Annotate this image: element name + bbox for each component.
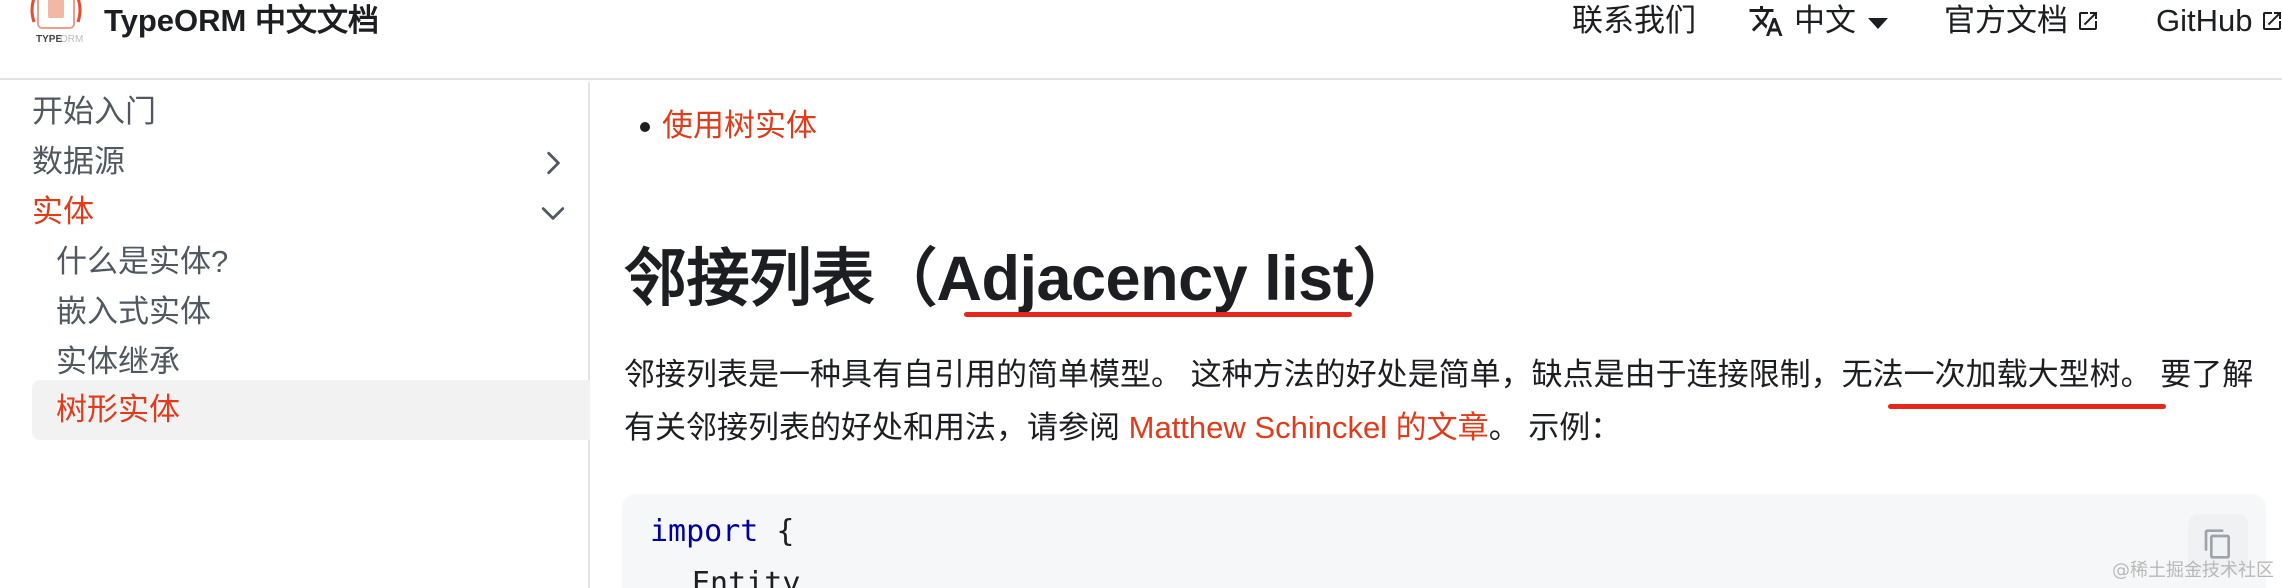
- bullet-dot: [640, 122, 650, 132]
- paragraph-text: 邻接列表是一种具有自引用的简单模型。 这种方法的好处是简单，缺点是由于连接限制，: [624, 357, 1842, 392]
- sidebar-item-tree-entities[interactable]: 树形实体: [32, 380, 590, 440]
- code-line: Entity,: [692, 566, 819, 588]
- typeorm-logo-icon[interactable]: TYPE ORM: [28, 0, 84, 50]
- annotation-underline: [964, 312, 1352, 317]
- code-block: import { Entity,: [622, 494, 2266, 588]
- sidebar-item-embedded-entities-label: 嵌入式实体: [56, 294, 211, 329]
- sidebar: 开始入门数据源实体什么是实体? 嵌入式实体实体继承树形实体: [0, 82, 590, 588]
- chevron-right-icon[interactable]: [540, 150, 566, 176]
- sidebar-item-entity-label: 实体: [32, 194, 94, 229]
- svg-text:ORM: ORM: [60, 34, 83, 45]
- sidebar-item-tree-entities-label: 树形实体: [56, 392, 180, 427]
- list-item: 使用树实体: [640, 102, 817, 150]
- chevron-down-icon[interactable]: [540, 200, 566, 226]
- use-tree-entities-link[interactable]: 使用树实体: [662, 108, 817, 143]
- main-content: 使用树实体 邻接列表（Adjacency list） 邻接列表是一种具有自引用的…: [592, 82, 2282, 588]
- translate-icon: [1749, 6, 1783, 36]
- navbar: TYPE ORM TypeORM 中文文档 联系我们 中文 官方文档 GitHu…: [0, 0, 2282, 80]
- language-dropdown[interactable]: 中文: [1748, 0, 1888, 42]
- caret-down-icon: [1868, 17, 1888, 29]
- language-label: 中文: [1794, 3, 1856, 38]
- nav-github-link[interactable]: GitHub: [2156, 0, 2282, 42]
- paragraph: 邻接列表是一种具有自引用的简单模型。 这种方法的好处是简单，缺点是由于连接限制，…: [624, 348, 2264, 454]
- brand-title[interactable]: TypeORM 中文文档: [104, 0, 379, 42]
- nav-contact-link[interactable]: 联系我们: [1572, 0, 1696, 42]
- sidebar-item-getting-started-label: 开始入门: [32, 94, 156, 129]
- watermark: @稀土掘金技术社区: [2112, 560, 2274, 581]
- code-text: {: [758, 514, 795, 549]
- official-docs-label: 官方文档: [1944, 3, 2068, 38]
- nav-official-docs-link[interactable]: 官方文档: [1944, 0, 2100, 42]
- external-link-icon: [2079, 12, 2097, 30]
- github-label: GitHub: [2156, 3, 2253, 38]
- sidebar-item-datasource-label: 数据源: [32, 144, 125, 179]
- article-link[interactable]: Matthew Schinckel 的文章: [1129, 410, 1489, 445]
- code-keyword: import: [650, 514, 759, 549]
- external-link-icon: [2263, 12, 2282, 30]
- sidebar-item-what-is-entity-label: 什么是实体?: [56, 244, 229, 279]
- code-line: import {: [650, 514, 795, 549]
- sidebar-item-entity-inheritance-label: 实体继承: [56, 344, 180, 379]
- paragraph-text: 。 示例：: [1488, 410, 1622, 445]
- paragraph-highlight: 无法一次加载大型树: [1841, 357, 2121, 392]
- svg-text:TYPE: TYPE: [36, 34, 62, 45]
- annotation-underline: [1888, 404, 2166, 409]
- section-heading: 邻接列表（Adjacency list）: [624, 244, 1416, 314]
